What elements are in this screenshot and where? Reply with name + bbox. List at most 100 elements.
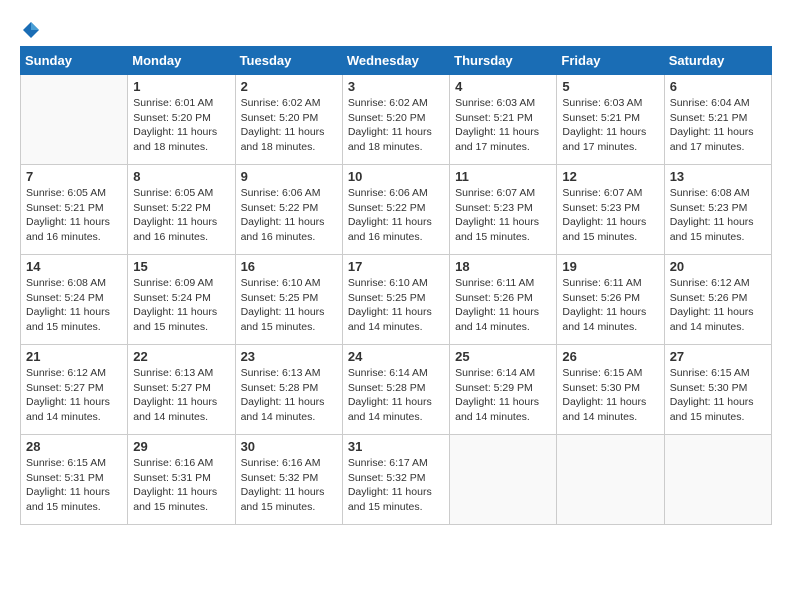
calendar-cell: 15 Sunrise: 6:09 AMSunset: 5:24 PMDayligh… xyxy=(128,255,235,345)
day-info: Sunrise: 6:04 AMSunset: 5:21 PMDaylight:… xyxy=(670,96,766,155)
day-header-friday: Friday xyxy=(557,47,664,75)
day-info: Sunrise: 6:07 AMSunset: 5:23 PMDaylight:… xyxy=(455,186,551,245)
calendar-cell: 20 Sunrise: 6:12 AMSunset: 5:26 PMDayligh… xyxy=(664,255,771,345)
day-info: Sunrise: 6:03 AMSunset: 5:21 PMDaylight:… xyxy=(562,96,658,155)
day-info: Sunrise: 6:06 AMSunset: 5:22 PMDaylight:… xyxy=(241,186,337,245)
day-number: 30 xyxy=(241,439,337,454)
calendar-cell: 25 Sunrise: 6:14 AMSunset: 5:29 PMDayligh… xyxy=(450,345,557,435)
calendar-cell: 10 Sunrise: 6:06 AMSunset: 5:22 PMDayligh… xyxy=(342,165,449,255)
calendar-week-3: 14Sunrise: 6:08 AMSunset: 5:24 PMDayligh… xyxy=(21,255,772,345)
day-info: Sunrise: 6:12 AMSunset: 5:26 PMDaylight:… xyxy=(670,276,766,335)
day-header-tuesday: Tuesday xyxy=(235,47,342,75)
calendar-cell: 31 Sunrise: 6:17 AMSunset: 5:32 PMDayligh… xyxy=(342,435,449,525)
day-number: 15 xyxy=(133,259,229,274)
calendar-cell: 21 Sunrise: 6:12 AMSunset: 5:27 PMDayligh… xyxy=(21,345,128,435)
day-number: 17 xyxy=(348,259,444,274)
calendar-week-2: 7 Sunrise: 6:05 AMSunset: 5:21 PMDaylight… xyxy=(21,165,772,255)
day-number: 26 xyxy=(562,349,658,364)
day-info: Sunrise: 6:15 AMSunset: 5:30 PMDaylight:… xyxy=(562,366,658,425)
day-number: 19 xyxy=(562,259,658,274)
calendar-table: SundayMondayTuesdayWednesdayThursdayFrid… xyxy=(20,46,772,525)
calendar-cell: 6 Sunrise: 6:04 AMSunset: 5:21 PMDaylight… xyxy=(664,75,771,165)
day-info: Sunrise: 6:17 AMSunset: 5:32 PMDaylight:… xyxy=(348,456,444,515)
day-number: 20 xyxy=(670,259,766,274)
day-number: 13 xyxy=(670,169,766,184)
logo xyxy=(20,20,42,36)
day-number: 12 xyxy=(562,169,658,184)
day-info: Sunrise: 6:10 AMSunset: 5:25 PMDaylight:… xyxy=(241,276,337,335)
day-number: 27 xyxy=(670,349,766,364)
day-number: 3 xyxy=(348,79,444,94)
calendar-cell: 27 Sunrise: 6:15 AMSunset: 5:30 PMDayligh… xyxy=(664,345,771,435)
day-number: 4 xyxy=(455,79,551,94)
day-info: Sunrise: 6:14 AMSunset: 5:28 PMDaylight:… xyxy=(348,366,444,425)
day-info: Sunrise: 6:13 AMSunset: 5:28 PMDaylight:… xyxy=(241,366,337,425)
day-info: Sunrise: 6:14 AMSunset: 5:29 PMDaylight:… xyxy=(455,366,551,425)
day-info: Sunrise: 6:15 AMSunset: 5:30 PMDaylight:… xyxy=(670,366,766,425)
calendar-cell xyxy=(21,75,128,165)
day-info: Sunrise: 6:01 AMSunset: 5:20 PMDaylight:… xyxy=(133,96,229,155)
calendar-cell: 29 Sunrise: 6:16 AMSunset: 5:31 PMDayligh… xyxy=(128,435,235,525)
calendar-cell xyxy=(557,435,664,525)
day-number: 1 xyxy=(133,79,229,94)
calendar-cell: 12 Sunrise: 6:07 AMSunset: 5:23 PMDayligh… xyxy=(557,165,664,255)
calendar-cell: 1 Sunrise: 6:01 AMSunset: 5:20 PMDaylight… xyxy=(128,75,235,165)
day-number: 11 xyxy=(455,169,551,184)
day-number: 14 xyxy=(26,259,122,274)
day-info: Sunrise: 6:11 AMSunset: 5:26 PMDaylight:… xyxy=(455,276,551,335)
day-info: Sunrise: 6:06 AMSunset: 5:22 PMDaylight:… xyxy=(348,186,444,245)
calendar-cell: 9Sunrise: 6:06 AMSunset: 5:22 PMDaylight… xyxy=(235,165,342,255)
day-header-sunday: Sunday xyxy=(21,47,128,75)
day-number: 23 xyxy=(241,349,337,364)
day-number: 22 xyxy=(133,349,229,364)
calendar-cell: 26 Sunrise: 6:15 AMSunset: 5:30 PMDayligh… xyxy=(557,345,664,435)
day-info: Sunrise: 6:05 AMSunset: 5:22 PMDaylight:… xyxy=(133,186,229,245)
day-info: Sunrise: 6:10 AMSunset: 5:25 PMDaylight:… xyxy=(348,276,444,335)
day-header-monday: Monday xyxy=(128,47,235,75)
day-info: Sunrise: 6:03 AMSunset: 5:21 PMDaylight:… xyxy=(455,96,551,155)
day-info: Sunrise: 6:15 AMSunset: 5:31 PMDaylight:… xyxy=(26,456,122,515)
day-info: Sunrise: 6:09 AMSunset: 5:24 PMDaylight:… xyxy=(133,276,229,335)
calendar-cell: 13 Sunrise: 6:08 AMSunset: 5:23 PMDayligh… xyxy=(664,165,771,255)
day-number: 29 xyxy=(133,439,229,454)
day-info: Sunrise: 6:12 AMSunset: 5:27 PMDaylight:… xyxy=(26,366,122,425)
day-header-thursday: Thursday xyxy=(450,47,557,75)
day-header-saturday: Saturday xyxy=(664,47,771,75)
day-info: Sunrise: 6:11 AMSunset: 5:26 PMDaylight:… xyxy=(562,276,658,335)
calendar-cell: 24Sunrise: 6:14 AMSunset: 5:28 PMDayligh… xyxy=(342,345,449,435)
day-number: 10 xyxy=(348,169,444,184)
calendar-cell: 19 Sunrise: 6:11 AMSunset: 5:26 PMDayligh… xyxy=(557,255,664,345)
calendar-cell: 4 Sunrise: 6:03 AMSunset: 5:21 PMDaylight… xyxy=(450,75,557,165)
calendar-cell: 17 Sunrise: 6:10 AMSunset: 5:25 PMDayligh… xyxy=(342,255,449,345)
calendar-cell xyxy=(664,435,771,525)
day-number: 31 xyxy=(348,439,444,454)
day-number: 6 xyxy=(670,79,766,94)
day-number: 5 xyxy=(562,79,658,94)
calendar-cell: 22 Sunrise: 6:13 AMSunset: 5:27 PMDayligh… xyxy=(128,345,235,435)
calendar-cell: 3 Sunrise: 6:02 AMSunset: 5:20 PMDaylight… xyxy=(342,75,449,165)
day-header-wednesday: Wednesday xyxy=(342,47,449,75)
calendar-cell: 30 Sunrise: 6:16 AMSunset: 5:32 PMDayligh… xyxy=(235,435,342,525)
day-info: Sunrise: 6:07 AMSunset: 5:23 PMDaylight:… xyxy=(562,186,658,245)
day-info: Sunrise: 6:13 AMSunset: 5:27 PMDaylight:… xyxy=(133,366,229,425)
day-info: Sunrise: 6:02 AMSunset: 5:20 PMDaylight:… xyxy=(241,96,337,155)
calendar-cell: 11 Sunrise: 6:07 AMSunset: 5:23 PMDayligh… xyxy=(450,165,557,255)
day-info: Sunrise: 6:08 AMSunset: 5:23 PMDaylight:… xyxy=(670,186,766,245)
calendar-cell: 28 Sunrise: 6:15 AMSunset: 5:31 PMDayligh… xyxy=(21,435,128,525)
calendar-cell: 2 Sunrise: 6:02 AMSunset: 5:20 PMDaylight… xyxy=(235,75,342,165)
day-number: 28 xyxy=(26,439,122,454)
day-number: 2 xyxy=(241,79,337,94)
day-number: 21 xyxy=(26,349,122,364)
calendar-cell xyxy=(450,435,557,525)
calendar-header-row: SundayMondayTuesdayWednesdayThursdayFrid… xyxy=(21,47,772,75)
day-info: Sunrise: 6:05 AMSunset: 5:21 PMDaylight:… xyxy=(26,186,122,245)
calendar-cell: 14Sunrise: 6:08 AMSunset: 5:24 PMDayligh… xyxy=(21,255,128,345)
day-info: Sunrise: 6:16 AMSunset: 5:32 PMDaylight:… xyxy=(241,456,337,515)
day-info: Sunrise: 6:02 AMSunset: 5:20 PMDaylight:… xyxy=(348,96,444,155)
day-number: 16 xyxy=(241,259,337,274)
calendar-cell: 7 Sunrise: 6:05 AMSunset: 5:21 PMDaylight… xyxy=(21,165,128,255)
day-number: 25 xyxy=(455,349,551,364)
day-info: Sunrise: 6:16 AMSunset: 5:31 PMDaylight:… xyxy=(133,456,229,515)
logo-icon xyxy=(21,20,41,40)
day-number: 7 xyxy=(26,169,122,184)
